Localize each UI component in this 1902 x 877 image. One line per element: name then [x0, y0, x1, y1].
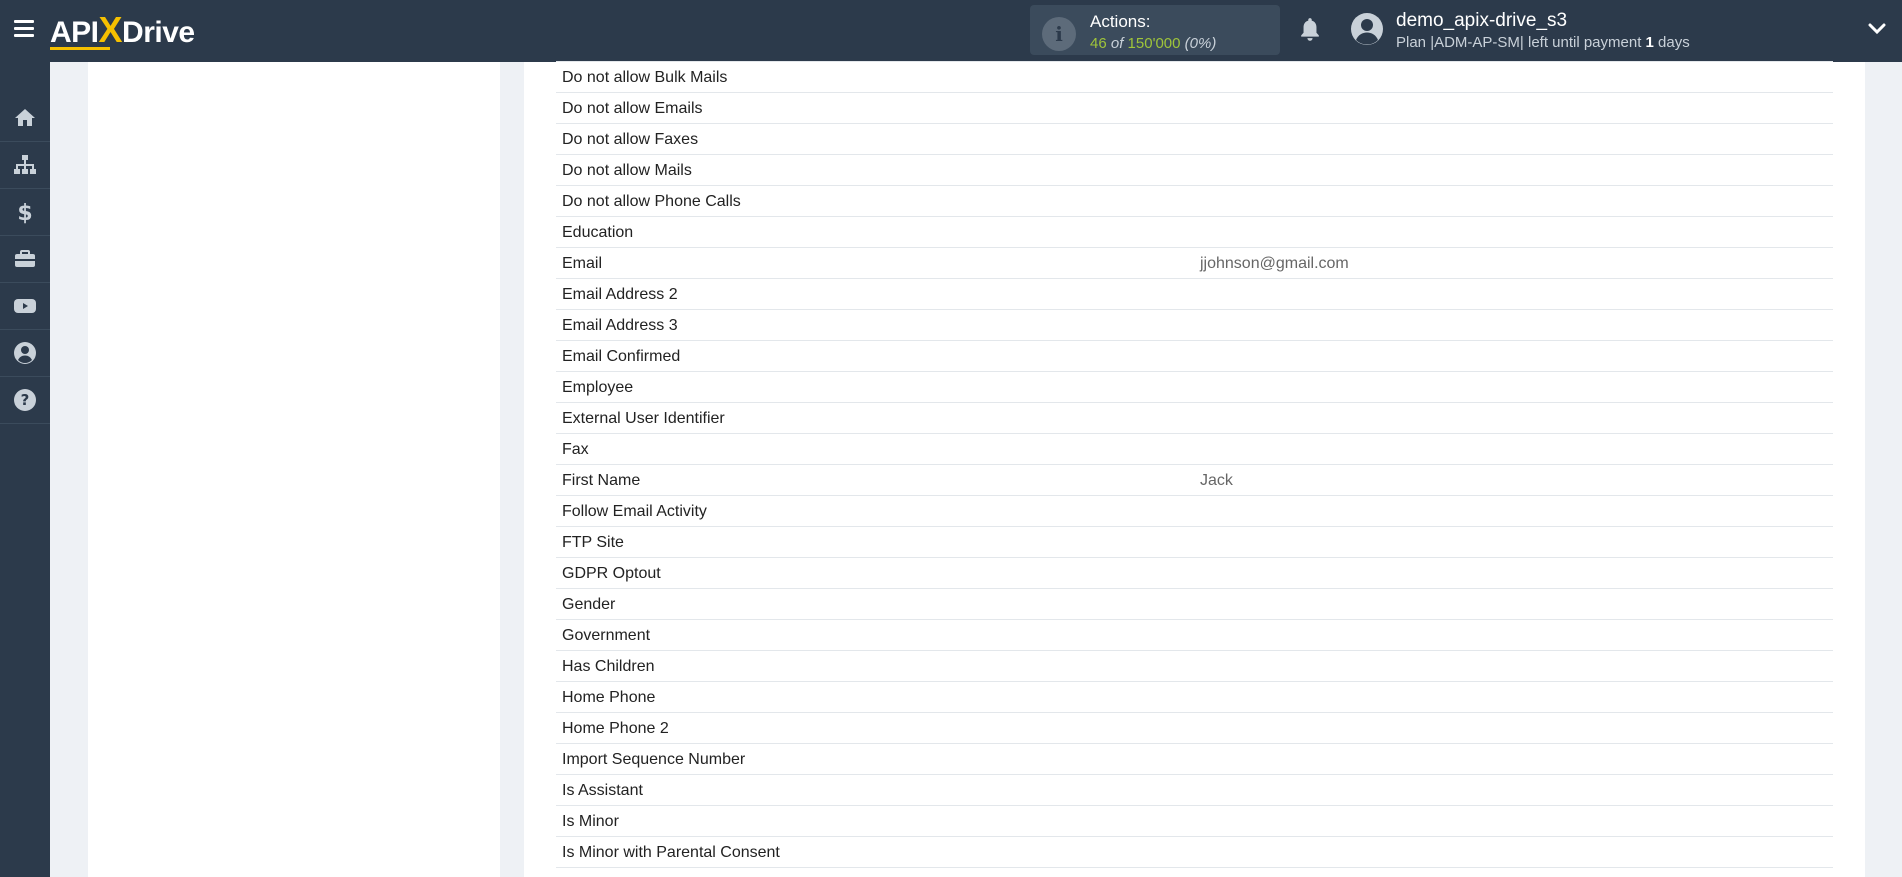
table-row: Follow Email Activity [556, 496, 1833, 527]
home-icon [15, 109, 35, 126]
user-circle-icon [14, 342, 36, 364]
field-name: Do not allow Faxes [562, 131, 699, 148]
top-bar: APIXDrive i Actions: 46 of 150'000 (0%) … [0, 0, 1902, 62]
fields-table: Do not allow Bulk Mails Do not allow Emai… [556, 61, 1833, 868]
field-name: Follow Email Activity [562, 503, 707, 520]
field-name: First Name [562, 472, 641, 489]
user-plan-info: Plan |ADM-AP-SM| left until payment 1 da… [1396, 34, 1690, 51]
field-name: Government [562, 627, 651, 644]
youtube-icon [14, 299, 36, 313]
table-row: Employee [556, 372, 1833, 403]
actions-count: 46 of 150'000 (0%) [1090, 35, 1217, 52]
field-name: Is Minor with Parental Consent [562, 844, 780, 861]
field-name: Has Children [562, 658, 655, 675]
left-panel [88, 62, 500, 877]
bell-icon[interactable] [1297, 16, 1323, 44]
sidebar-item-account[interactable] [0, 330, 50, 377]
table-row: Gender [556, 589, 1833, 620]
table-row: Do not allow Phone Calls [556, 186, 1833, 217]
table-row: Home Phone [556, 682, 1833, 713]
field-value: Jack [1200, 472, 1233, 489]
field-name: Home Phone [562, 689, 656, 706]
field-name: Education [562, 224, 634, 241]
sidebar-item-connections[interactable] [0, 142, 50, 189]
table-row: External User Identifier [556, 403, 1833, 434]
dollar-icon: $ [17, 201, 32, 224]
field-name: Employee [562, 379, 634, 396]
field-name: GDPR Optout [562, 565, 661, 582]
table-row: FTP Site [556, 527, 1833, 558]
question-icon: ? [14, 389, 36, 411]
table-row: Do not allow Bulk Mails [556, 61, 1833, 93]
sidebar-item-billing[interactable]: $ [0, 189, 50, 236]
field-name: Is Assistant [562, 782, 643, 799]
sidebar-item-home[interactable] [0, 95, 50, 142]
field-name: FTP Site [562, 534, 624, 551]
field-name: Do not allow Bulk Mails [562, 69, 728, 86]
table-row: Fax [556, 434, 1833, 465]
apixdrive-logo[interactable]: APIXDrive [50, 12, 195, 50]
table-row: Government [556, 620, 1833, 651]
field-name: Gender [562, 596, 616, 613]
info-icon: i [1042, 17, 1076, 51]
field-name: Do not allow Emails [562, 100, 703, 117]
table-row: Education [556, 217, 1833, 248]
table-row: GDPR Optout [556, 558, 1833, 589]
sidebar-item-help[interactable]: ? [0, 377, 50, 424]
user-avatar-icon[interactable] [1350, 12, 1384, 46]
field-name: Fax [562, 441, 589, 458]
sidebar: $ ? [0, 62, 50, 877]
sidebar-item-video[interactable] [0, 283, 50, 330]
user-name[interactable]: demo_apix-drive_s3 [1396, 10, 1567, 32]
table-row: Do not allow Mails [556, 155, 1833, 186]
field-name: Email Confirmed [562, 348, 681, 365]
field-name: Email [562, 255, 603, 272]
svg-text:?: ? [21, 391, 30, 409]
field-name: Do not allow Mails [562, 162, 692, 179]
table-row: Is Assistant [556, 775, 1833, 806]
field-value: jjohnson@gmail.com [1200, 255, 1349, 272]
field-name: Home Phone 2 [562, 720, 669, 737]
sidebar-item-tools[interactable] [0, 236, 50, 283]
table-row: Import Sequence Number [556, 744, 1833, 775]
table-row: Is Minor with Parental Consent [556, 837, 1833, 868]
svg-text:$: $ [17, 201, 32, 224]
table-row: Has Children [556, 651, 1833, 682]
briefcase-icon [15, 250, 35, 267]
table-row: Do not allow Emails [556, 93, 1833, 124]
sitemap-icon [14, 155, 36, 174]
table-row: Do not allow Faxes [556, 124, 1833, 155]
table-row: Email Address 2 [556, 279, 1833, 310]
table-row: Is Minor [556, 806, 1833, 837]
table-row: First Name Jack [556, 465, 1833, 496]
field-name: Import Sequence Number [562, 751, 746, 768]
table-row: Email Confirmed [556, 341, 1833, 372]
field-name: Email Address 2 [562, 286, 678, 303]
table-row: Email jjohnson@gmail.com [556, 248, 1833, 279]
table-row: Home Phone 2 [556, 713, 1833, 744]
table-row: Email Address 3 [556, 310, 1833, 341]
chevron-down-icon[interactable] [1868, 22, 1886, 36]
field-name: External User Identifier [562, 410, 725, 427]
field-name: Do not allow Phone Calls [562, 193, 741, 210]
field-name: Is Minor [562, 813, 619, 830]
field-name: Email Address 3 [562, 317, 678, 334]
actions-counter[interactable]: i Actions: 46 of 150'000 (0%) [1030, 5, 1280, 55]
actions-label: Actions: [1090, 12, 1151, 31]
menu-icon[interactable] [14, 20, 34, 38]
